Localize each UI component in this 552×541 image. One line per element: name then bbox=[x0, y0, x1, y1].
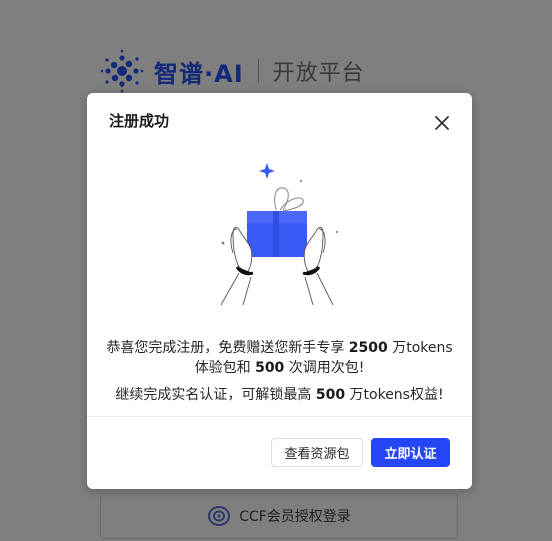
dialog-title: 注册成功 bbox=[109, 112, 170, 130]
brand-header: 智谱·AI 开放平台 bbox=[98, 49, 365, 93]
reward-message-mid: 万tokens bbox=[387, 340, 453, 356]
view-package-button[interactable]: 查看资源包 bbox=[271, 438, 363, 467]
brand-subtitle: 开放平台 bbox=[272, 61, 365, 86]
zhipu-logo-icon bbox=[100, 49, 144, 93]
gift-in-hands-illustration bbox=[220, 163, 339, 305]
verification-message: 继续完成实名认证，可解锁最高 500 万tokens权益! bbox=[87, 385, 472, 405]
verification-message-suffix: 万tokens权益! bbox=[345, 387, 444, 403]
ccf-login-label: CCF会员授权登录 bbox=[239, 509, 351, 525]
verification-amount: 500 bbox=[315, 387, 346, 403]
reward-message: 恭喜您完成注册，免费赠送您新手专享 2500 万tokens 体验包和 500 … bbox=[87, 338, 472, 378]
footer-divider bbox=[87, 416, 472, 417]
close-icon[interactable] bbox=[432, 113, 452, 133]
reward-message-line2: 体验包和 bbox=[194, 360, 256, 376]
reward-message-suffix: 次调用次包! bbox=[284, 360, 365, 376]
brand-name: 智谱·AI bbox=[154, 59, 244, 88]
registration-success-dialog: 注册成功 恭喜您完成注册，免费赠送您新手专享 2500 万tokens 体验包和… bbox=[87, 93, 472, 489]
verify-now-button[interactable]: 立即认证 bbox=[371, 438, 450, 467]
calls-amount: 500 bbox=[255, 360, 285, 376]
verification-message-prefix: 继续完成实名认证，可解锁最高 bbox=[115, 387, 316, 403]
brand-separator bbox=[257, 59, 259, 83]
tokens-amount: 2500 bbox=[348, 340, 388, 356]
ccf-login-button[interactable]: CCF会员授权登录 bbox=[100, 493, 458, 539]
ccf-logo-icon bbox=[208, 506, 231, 526]
reward-message-prefix: 恭喜您完成注册，免费赠送您新手专享 bbox=[106, 340, 349, 356]
